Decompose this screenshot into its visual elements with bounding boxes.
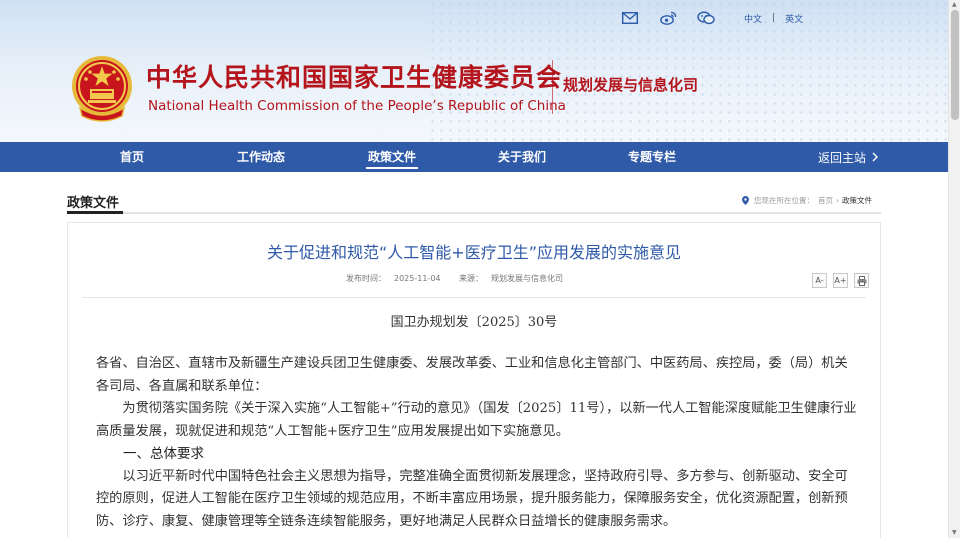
lang-english-link[interactable]: 英文 xyxy=(785,12,803,25)
breadcrumb-separator: › xyxy=(836,196,839,205)
main-nav: 首页 工作动态 政策文件 关于我们 专题专栏 返回主站 xyxy=(0,142,948,172)
nav-item-policy-documents[interactable]: 政策文件 xyxy=(365,142,419,172)
intro-paragraph: 为贯彻落实国务院《关于深入实施“人工智能+”行动的意见》（国发〔2025〕11号… xyxy=(96,401,857,439)
addressee-paragraph: 各省、自治区、直辖市及新疆生产建设兵团卫生健康委、发展改革委、工业和信息化主管部… xyxy=(96,356,848,394)
chevron-right-icon xyxy=(872,152,879,162)
printer-icon xyxy=(857,275,866,286)
department-title: 规划发展与信息化司 xyxy=(563,76,699,94)
article-divider xyxy=(82,297,866,298)
article-body: 各省、自治区、直辖市及新疆生产建设兵团卫生健康委、发展改革委、工业和信息化主管部… xyxy=(96,353,858,533)
font-increase-button[interactable]: A+ xyxy=(833,273,848,288)
top-links: 中文 | 英文 xyxy=(620,8,813,28)
nav-item-work-news[interactable]: 工作动态 xyxy=(237,142,285,172)
font-decrease-button[interactable]: A- xyxy=(812,273,827,288)
nav-item-about-us[interactable]: 关于我们 xyxy=(498,142,546,172)
article-tools: A- A+ xyxy=(806,273,869,288)
breadcrumb-home-link[interactable]: 首页 xyxy=(818,195,833,206)
document-number: 国卫办规划发〔2025〕30号 xyxy=(390,315,558,330)
return-main-site-link[interactable]: 返回主站 xyxy=(818,142,879,172)
breadcrumb: 您现在所在位置： 首页 › 政策文件 xyxy=(742,195,872,206)
publish-time-label: 发布时间： xyxy=(346,274,386,283)
article-title: 关于促进和规范“人工智能+医疗卫生”应用发展的实施意见 xyxy=(267,243,681,262)
weibo-icon[interactable] xyxy=(658,9,678,27)
national-emblem-logo[interactable] xyxy=(70,52,134,122)
source-label: 来源： xyxy=(459,274,484,283)
breadcrumb-prefix: 您现在所在位置： xyxy=(754,196,814,205)
publish-time: 2025-11-04 xyxy=(394,274,441,283)
breadcrumb-current: 政策文件 xyxy=(842,196,872,205)
header-divider xyxy=(552,60,553,114)
nav-item-home[interactable]: 首页 xyxy=(120,142,144,172)
section-underline-active xyxy=(67,211,123,214)
article-meta: 发布时间： 2025-11-04 来源： 规划发展与信息化司 xyxy=(346,273,579,284)
body-paragraph: 以习近平新时代中国特色社会主义思想为指导，完整准确全面贯彻新发展理念，坚持政府引… xyxy=(96,468,848,529)
site-title-english: National Health Commission of the People… xyxy=(148,98,566,114)
mail-icon[interactable] xyxy=(620,9,640,27)
lang-chinese-link[interactable]: 中文 xyxy=(744,12,762,25)
site-header: 中文 | 英文 中华人民共和国国家卫生健康委员会 National Health… xyxy=(0,0,948,142)
section-title: 政策文件 xyxy=(67,196,120,211)
nav-item-special-topics[interactable]: 专题专栏 xyxy=(628,142,676,172)
language-switch: 中文 | 英文 xyxy=(744,12,813,25)
section-heading: 一、总体要求 xyxy=(123,446,204,462)
location-pin-icon xyxy=(742,196,749,205)
return-main-site-label: 返回主站 xyxy=(818,150,867,165)
print-button[interactable] xyxy=(854,273,869,288)
section-underline xyxy=(67,212,881,214)
page-scrollbar[interactable]: ▲ ▼ xyxy=(948,0,960,538)
lang-separator: | xyxy=(772,13,776,23)
scroll-up-arrow-icon[interactable]: ▲ xyxy=(952,1,957,8)
source: 规划发展与信息化司 xyxy=(491,274,564,283)
article-panel: 关于促进和规范“人工智能+医疗卫生”应用发展的实施意见 发布时间： 2025-11… xyxy=(67,222,881,538)
scroll-down-arrow-icon[interactable]: ▼ xyxy=(952,529,957,536)
scrollbar-thumb[interactable] xyxy=(951,10,959,120)
site-title-chinese: 中华人民共和国国家卫生健康委员会 xyxy=(146,63,563,92)
wechat-icon[interactable] xyxy=(696,9,716,27)
